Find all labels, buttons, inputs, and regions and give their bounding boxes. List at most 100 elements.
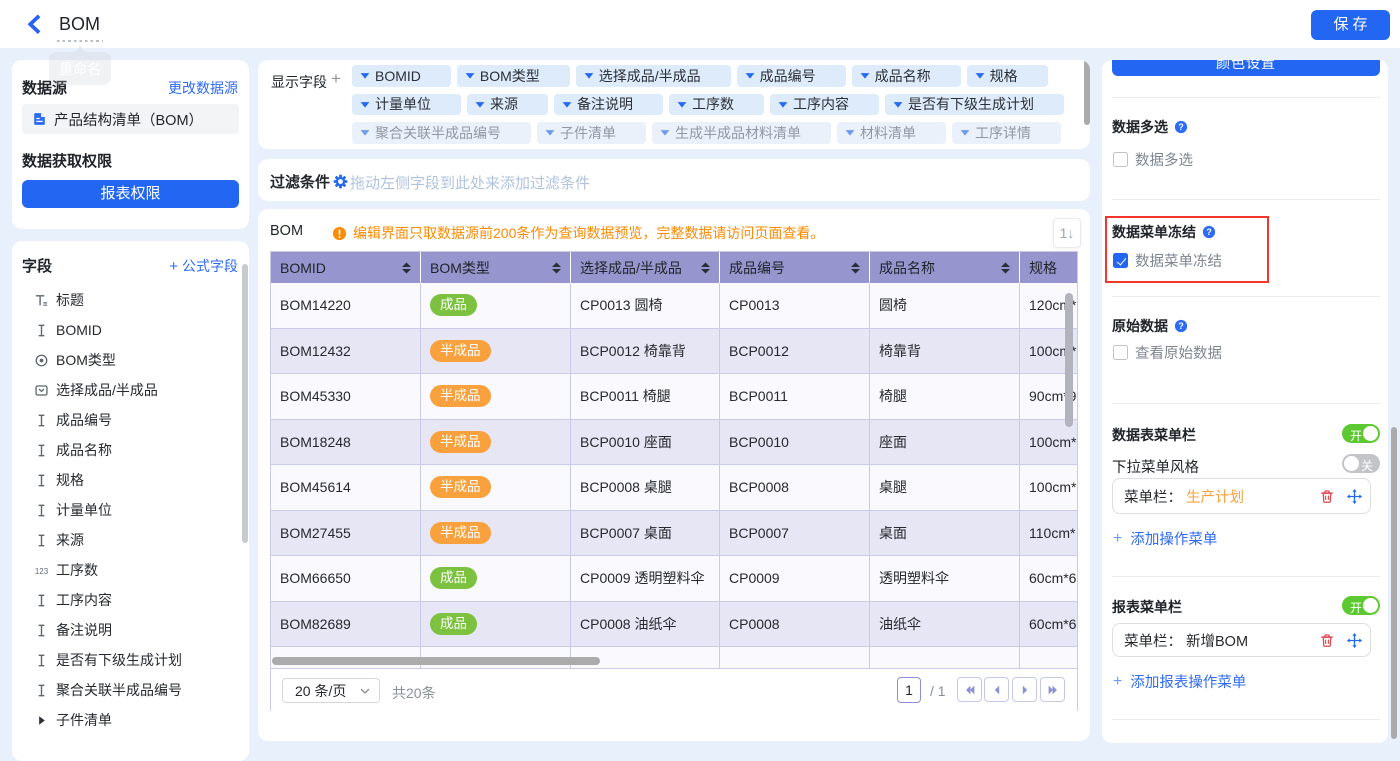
filter-placeholder[interactable]: 拖动左侧字段到此处来添加过滤条件 (350, 172, 590, 193)
sort-updown-icon[interactable] (699, 261, 712, 275)
trash-icon[interactable] (1320, 489, 1334, 504)
save-button[interactable]: 保存 (1311, 10, 1390, 40)
menu-item-value: 生产计划 (1186, 486, 1244, 507)
field-label: 工序内容 (56, 590, 112, 610)
back-button[interactable] (24, 14, 45, 34)
raw-data-checkbox-row[interactable]: 查看原始数据 (1113, 342, 1222, 363)
add-formula-field-link[interactable]: +公式字段 (169, 256, 238, 276)
page-size-select[interactable]: 20 条/页 (282, 678, 380, 703)
help-icon[interactable] (1174, 319, 1188, 333)
table-header-cell[interactable]: 成品名称 (870, 252, 1020, 283)
table-row[interactable]: BOM18248 半成品 BCP0010 座面 BCP0010 座面 100cm… (271, 420, 1077, 466)
field-chip[interactable]: BOM类型 (457, 65, 570, 87)
move-icon[interactable] (1347, 489, 1362, 504)
field-chip-disabled[interactable]: 材料清单 (837, 122, 946, 144)
table-header-cell[interactable]: BOM类型 (421, 252, 571, 283)
help-icon[interactable] (1202, 225, 1216, 239)
add-display-field-button[interactable]: + (331, 69, 341, 89)
table-body: BOM14220 成品 CP0013 圆椅 CP0013 圆椅 120cm* B… (271, 283, 1077, 668)
sort-updown-icon[interactable] (999, 261, 1012, 275)
table-row[interactable]: BOM66650 成品 CP0009 透明塑料伞 CP0009 透明塑料伞 60… (271, 556, 1077, 602)
table-header-cell[interactable]: BOMID (271, 252, 421, 283)
field-list-item[interactable]: 工序数 (12, 555, 249, 585)
field-list-item[interactable]: 选择成品/半成品 (12, 375, 249, 405)
field-list-item[interactable]: BOM类型 (12, 345, 249, 375)
field-chip[interactable]: BOMID (352, 65, 451, 87)
table-vertical-scrollbar[interactable] (1065, 293, 1073, 427)
add-action-menu-link[interactable]: + 添加操作菜单 (1113, 528, 1217, 549)
field-chip[interactable]: 备注说明 (554, 94, 663, 116)
sort-updown-icon[interactable] (849, 261, 862, 275)
field-list-item[interactable]: 是否有下级生成计划 (12, 645, 249, 675)
raw-data-checkbox[interactable] (1113, 345, 1128, 360)
table-horizontal-scrollbar[interactable] (272, 657, 600, 665)
change-datasource-link[interactable]: 更改数据源 (168, 78, 238, 98)
first-page-button[interactable] (957, 677, 982, 702)
display-fields-scrollbar[interactable] (1084, 60, 1090, 125)
prev-page-button[interactable] (984, 677, 1009, 702)
last-page-button[interactable] (1040, 677, 1065, 702)
field-list-item[interactable]: 子件清单 (12, 705, 249, 735)
table-row[interactable]: BOM14220 成品 CP0013 圆椅 CP0013 圆椅 120cm* (271, 283, 1077, 329)
table-row[interactable]: BOM45614 半成品 BCP0008 桌腿 BCP0008 桌腿 100cm… (271, 465, 1077, 511)
plus-icon: + (1113, 530, 1122, 548)
field-list-item[interactable]: 成品名称 (12, 435, 249, 465)
datasource-item[interactable]: 产品结构清单（BOM） (22, 104, 239, 134)
table-row[interactable]: BOM12432 半成品 BCP0012 椅靠背 BCP0012 椅靠背 100… (271, 329, 1077, 375)
field-chip[interactable]: 来源 (467, 94, 548, 116)
field-chip-disabled[interactable]: 子件清单 (537, 122, 646, 144)
add-report-action-menu-link[interactable]: + 添加报表操作菜单 (1113, 671, 1246, 692)
field-chip[interactable]: 选择成品/半成品 (576, 65, 731, 87)
field-chip[interactable]: 工序内容 (770, 94, 879, 116)
field-chip[interactable]: 规格 (967, 65, 1048, 87)
field-list-item[interactable]: 来源 (12, 525, 249, 555)
report-permission-button[interactable]: 报表权限 (22, 180, 239, 208)
field-list-item[interactable]: 工序内容 (12, 585, 249, 615)
sort-order-button[interactable]: 1↓ (1053, 218, 1081, 248)
field-chip-disabled[interactable]: 生成半成品材料清单 (652, 122, 831, 144)
field-chip-disabled[interactable]: 工序详情 (952, 122, 1061, 144)
cell-type: 半成品 (421, 511, 571, 556)
move-icon[interactable] (1347, 633, 1362, 648)
field-chip[interactable]: 成品编号 (737, 65, 846, 87)
table-header-cell[interactable]: 规格 (1020, 252, 1077, 283)
next-page-button[interactable] (1012, 677, 1037, 702)
field-list-item[interactable]: 成品编号 (12, 405, 249, 435)
cell-spec: 110cm* (1020, 511, 1077, 556)
field-chip[interactable]: 工序数 (669, 94, 764, 116)
sort-updown-icon[interactable] (550, 261, 563, 275)
field-list-item[interactable]: BOMID (12, 315, 249, 345)
trash-icon[interactable] (1320, 633, 1334, 648)
report-menu-toggle[interactable]: 开 (1342, 596, 1380, 615)
color-settings-button[interactable]: 颜色设置 (1112, 60, 1380, 76)
fields-scrollbar[interactable] (242, 264, 248, 543)
menu-freeze-checkbox[interactable] (1113, 253, 1128, 268)
data-table-menu-toggle[interactable]: 开 (1342, 424, 1380, 443)
page-number-input[interactable] (897, 677, 921, 703)
field-list-item[interactable]: 备注说明 (12, 615, 249, 645)
field-chip[interactable]: 是否有下级生成计划 (885, 94, 1064, 116)
menu-freeze-checkbox-row[interactable]: 数据菜单冻结 (1113, 250, 1222, 271)
field-chip[interactable]: 计量单位 (352, 94, 461, 116)
field-list-item[interactable]: 计量单位 (12, 495, 249, 525)
page-scrollbar[interactable] (1391, 427, 1397, 739)
field-chip-disabled[interactable]: 聚合关联半成品编号 (352, 122, 531, 144)
multi-select-checkbox-row[interactable]: 数据多选 (1113, 149, 1193, 170)
field-list-item[interactable]: 聚合关联半成品编号 (12, 675, 249, 705)
report-menu-item-box[interactable]: 菜单栏： 新增BOM (1112, 623, 1371, 657)
menu-item-box[interactable]: 菜单栏： 生产计划 (1112, 478, 1371, 514)
field-list-item[interactable]: 规格 (12, 465, 249, 495)
table-header-cell[interactable]: 成品编号 (720, 252, 870, 283)
table-header-cell[interactable]: 选择成品/半成品 (571, 252, 720, 283)
table-row[interactable]: BOM82689 成品 CP0008 油纸伞 CP0008 油纸伞 60cm*6 (271, 602, 1077, 648)
gear-icon[interactable] (333, 174, 348, 189)
field-chip[interactable]: 成品名称 (852, 65, 961, 87)
table-row[interactable]: BOM45330 半成品 BCP0011 椅腿 BCP0011 椅腿 90cm*… (271, 374, 1077, 420)
sort-updown-icon[interactable] (400, 261, 413, 275)
page-title[interactable]: BOM (59, 14, 100, 35)
table-row[interactable]: BOM27455 半成品 BCP0007 桌面 BCP0007 桌面 110cm… (271, 511, 1077, 557)
dropdown-style-toggle[interactable]: 关 (1342, 454, 1380, 473)
help-icon[interactable] (1174, 120, 1188, 134)
multi-select-checkbox[interactable] (1113, 152, 1128, 167)
field-list-item[interactable]: 标题 (12, 285, 249, 315)
